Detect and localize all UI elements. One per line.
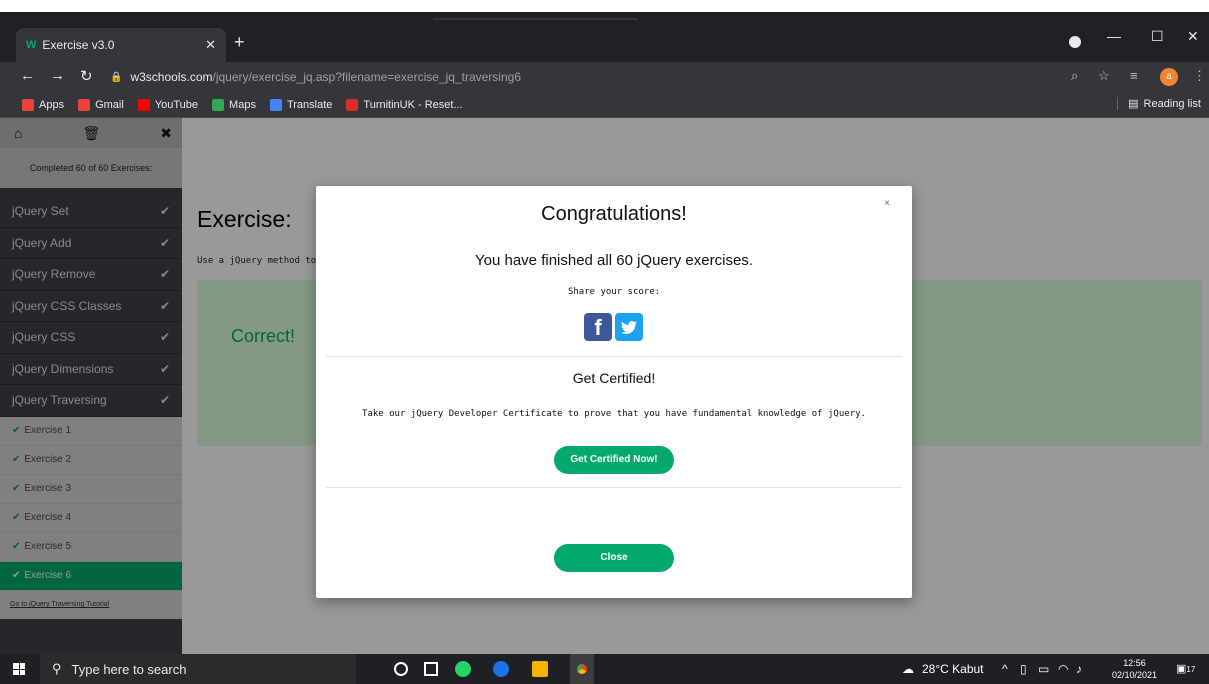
taskbar-search-input[interactable]: ⚲ Type here to search [40,654,356,684]
tab-bar-line [433,18,638,20]
tray-app-icon[interactable]: ▯ [1020,662,1027,676]
chrome-menu-icon[interactable]: ⋮ [1193,68,1206,84]
bookmark-label: Maps [229,98,256,111]
search-placeholder: Type here to search [71,661,187,677]
window-top-strip [0,0,1209,12]
bookmarks-bar: Apps Gmail YouTube Maps Translate Turnit… [0,92,1209,118]
tab-title: Exercise v3.0 [42,38,115,52]
address-toolbar: ← → ↻ 🔒 w3schools.com /jquery/exercise_j… [0,62,1209,92]
cortana-icon[interactable] [394,662,408,676]
bookmark-star-icon[interactable]: ☆ [1098,68,1110,84]
back-arrow-icon[interactable]: ← [20,67,35,84]
url-path: /jquery/exercise_jq.asp?filename=exercis… [212,70,521,84]
task-view-icon[interactable] [424,662,438,676]
file-explorer-icon[interactable] [532,661,548,677]
apps-grid-icon [22,98,34,111]
app-icon[interactable] [493,661,509,677]
forward-arrow-icon[interactable]: → [50,67,65,84]
close-button[interactable]: Close [554,544,674,572]
maps-icon [212,98,225,111]
bookmark-gmail[interactable]: Gmail [78,98,124,111]
bookmark-label: Translate [286,98,333,111]
notification-center-icon[interactable]: ▣17 [1176,662,1195,675]
profile-avatar[interactable]: a [1160,68,1178,86]
windows-taskbar: ⚲ Type here to search ☁ 28°C Kabut ^ ▯ ▭… [0,654,1209,684]
gmail-icon [78,98,91,111]
modal-divider [326,487,902,488]
turnitin-icon [346,98,359,111]
media-queue-icon[interactable]: ≡ [1130,68,1138,83]
certified-heading: Get Certified! [572,370,656,386]
bookmark-turnitin[interactable]: TurnitinUK - Reset... [346,98,463,111]
certified-text: Take our jQuery Developer Certificate to… [362,409,866,419]
congratulations-modal: × Congratulations! You have finished all… [316,186,912,598]
reading-list-icon: ▤ [1128,98,1139,110]
taskbar-clock[interactable]: 12:56 02/10/2021 [1112,657,1157,681]
url-host: w3schools.com [130,70,213,84]
notification-count: 17 [1186,665,1196,674]
volume-icon[interactable]: ♪ [1076,662,1082,676]
bookmark-label: YouTube [154,98,199,111]
modal-title: Congratulations! [541,203,687,225]
clock-date: 02/10/2021 [1112,670,1158,680]
address-input[interactable]: 🔒 w3schools.com /jquery/exercise_jq.asp?… [110,64,1070,90]
youtube-icon [137,98,150,111]
modal-divider [326,356,902,357]
zoom-icon[interactable]: ⌕ [1071,68,1078,84]
window-close-icon[interactable]: ✕ [1187,28,1199,45]
maximize-icon[interactable]: ☐ [1151,28,1164,45]
share-label: Share your score: [567,287,661,297]
bookmark-maps[interactable]: Maps [212,98,256,111]
facebook-icon[interactable]: f [584,313,612,341]
battery-icon[interactable]: ▭ [1038,662,1049,676]
bookmark-apps[interactable]: Apps [22,98,65,111]
bookmark-label: Gmail [95,98,124,111]
chrome-taskbar-button[interactable] [570,654,594,684]
browser-tab-exercise[interactable]: W Exercise v3.0 ✕ [16,28,226,62]
whatsapp-icon[interactable] [455,661,471,677]
lock-icon: 🔒 [110,71,123,83]
bookmark-label: Apps [39,98,65,111]
wifi-icon[interactable]: ◠ [1058,662,1068,676]
twitter-icon[interactable] [615,313,643,341]
bookmark-translate[interactable]: Translate [269,98,333,111]
reading-list-label: Reading list [1143,97,1201,110]
chrome-icon [574,661,590,677]
clock-time: 12:56 [1123,658,1146,668]
new-tab-icon[interactable]: + [234,32,245,53]
reading-list-button[interactable]: ▤ Reading list [1117,97,1201,110]
tab-close-icon[interactable]: ✕ [205,37,216,53]
browser-tab-bar: W Exercise v3.0 ✕ + — ☐ ✕ [0,12,1209,62]
search-icon: ⚲ [52,661,62,676]
bookmark-youtube[interactable]: YouTube [137,98,199,111]
finished-message: You have finished all 60 jQuery exercise… [475,252,753,269]
windows-start-icon[interactable] [13,663,25,675]
bookmark-label: TurnitinUK - Reset... [363,98,463,111]
get-certified-button[interactable]: Get Certified Now! [554,446,674,474]
social-share: f [584,313,643,341]
translate-icon [269,98,282,111]
tray-chevron-icon[interactable]: ^ [1002,662,1008,676]
profile-menu-icon[interactable] [1069,36,1081,48]
w3schools-favicon-icon: W [26,39,37,51]
weather-text[interactable]: 28°C Kabut [922,662,984,676]
reload-icon[interactable]: ↻ [80,67,93,85]
weather-icon: ☁ [902,662,914,676]
minimize-icon[interactable]: — [1107,28,1121,44]
